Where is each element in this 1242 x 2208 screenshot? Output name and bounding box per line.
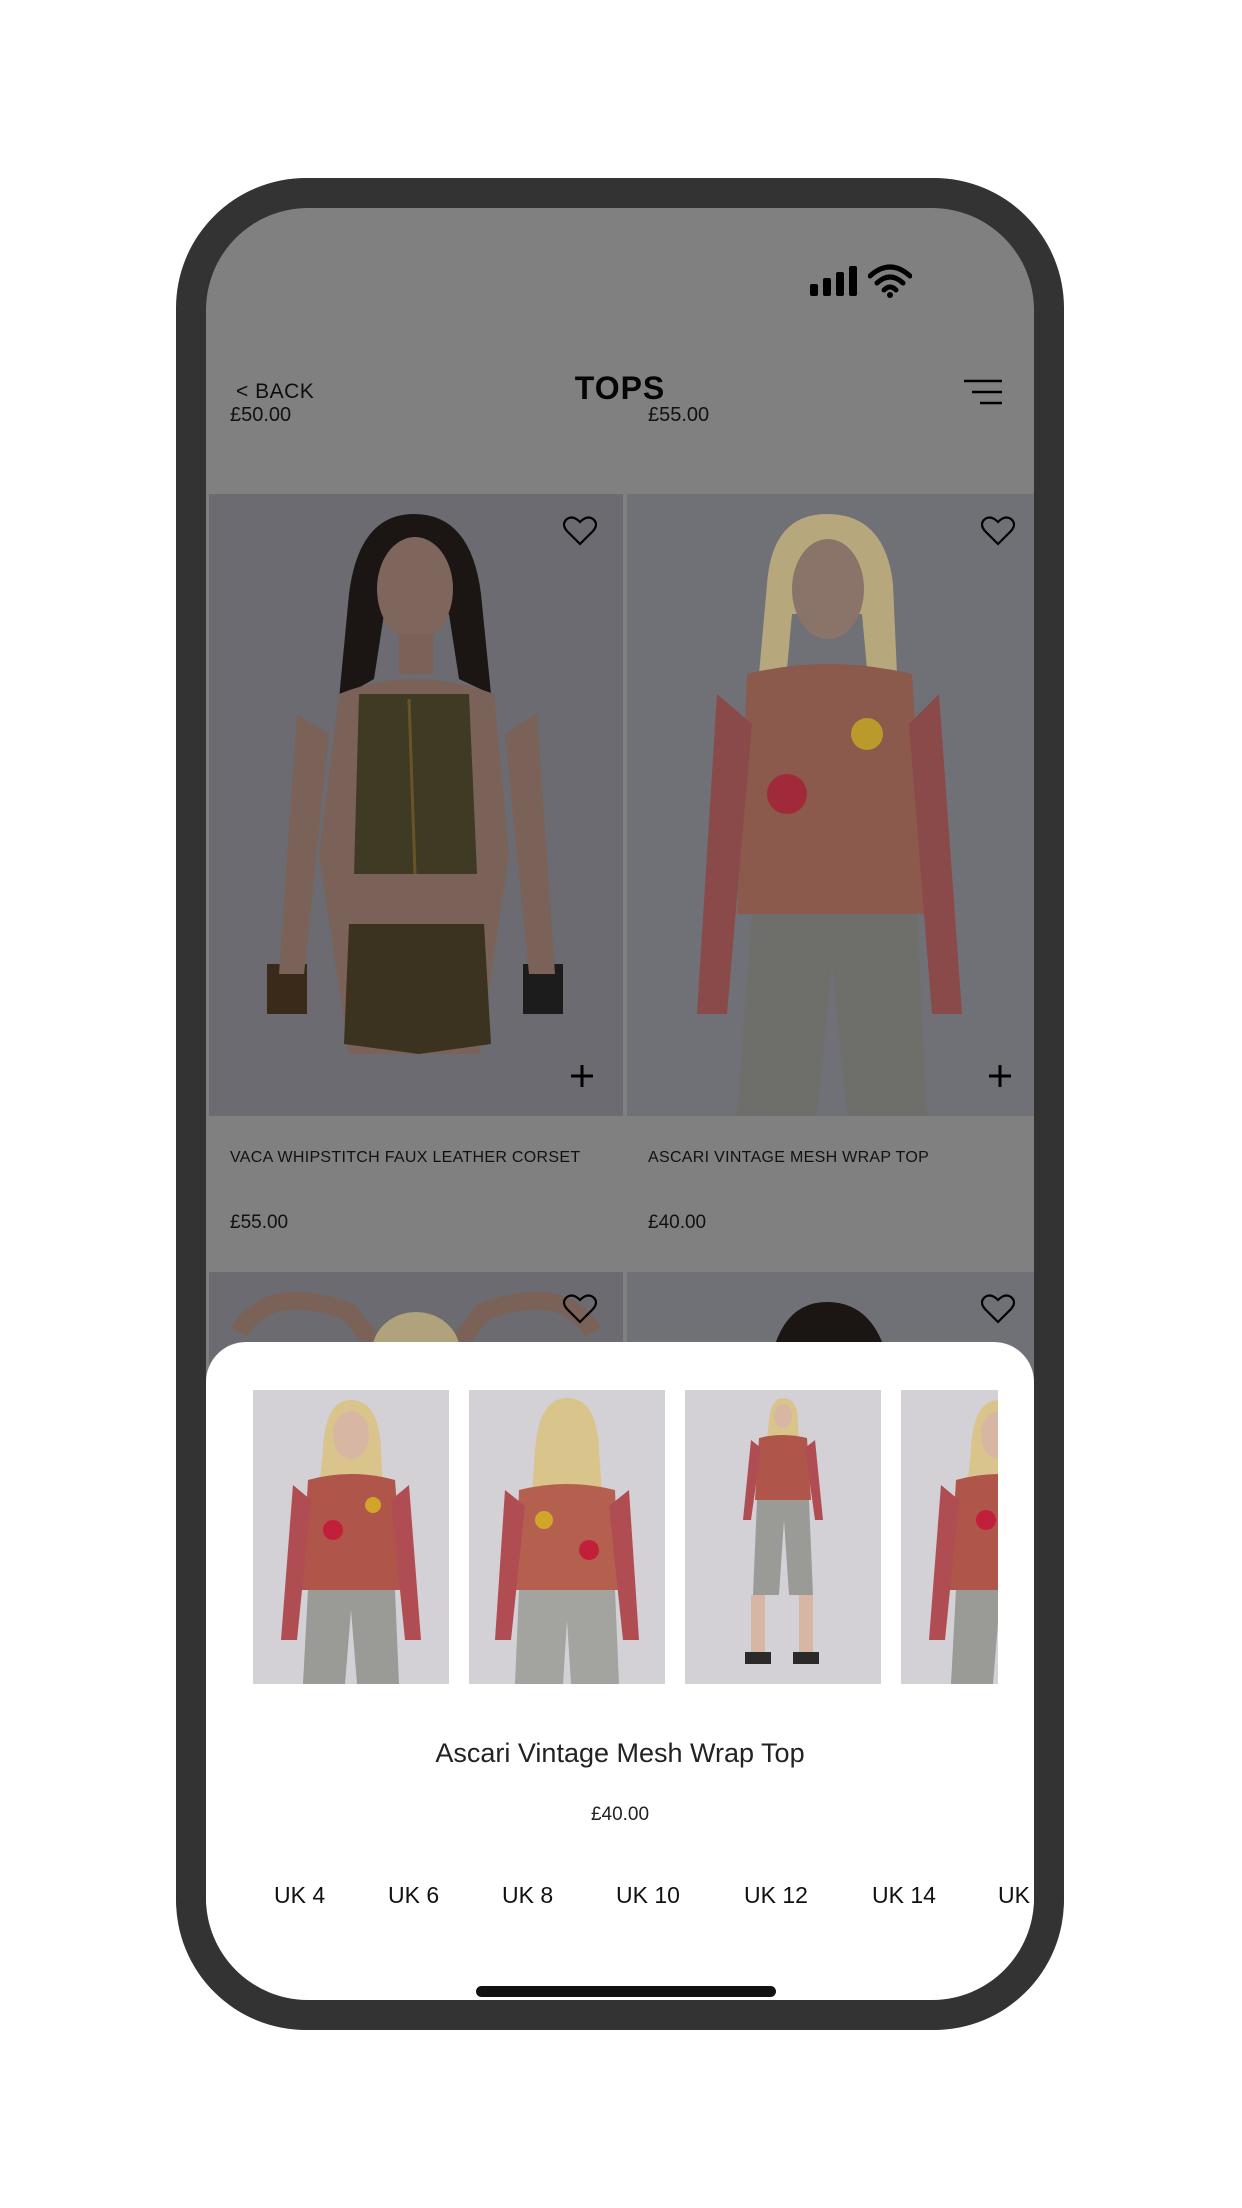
home-indicator [476,1986,776,1997]
product-photo-mesh-top [627,494,1034,1116]
heart-icon[interactable] [563,516,597,546]
screen: < BACK TOPS £50.00 £55.00 VACA WHIPSTITC… [206,208,1034,2000]
image-carousel[interactable] [253,1390,998,1684]
size-option[interactable]: UK 6 [388,1882,439,1909]
size-option[interactable]: UK 12 [744,1882,808,1909]
heart-icon[interactable] [563,1294,597,1324]
product-image[interactable] [627,494,1034,1116]
quick-add-sheet: Ascari Vintage Mesh Wrap Top £40.00 UK 4… [206,1342,1034,2000]
product-photo-back [469,1390,665,1684]
product-photo-full [685,1390,881,1684]
size-option[interactable]: UK 4 [274,1882,325,1909]
heart-icon[interactable] [981,1294,1015,1324]
product-photo-corset [209,494,623,1116]
status-bar [206,208,1034,328]
product-name[interactable]: VACA WHIPSTITCH FAUX LEATHER CORSET [230,1149,580,1167]
product-name[interactable]: ASCARI VINTAGE MESH WRAP TOP [648,1149,929,1167]
size-selector: UK 4 UK 6 UK 8 UK 10 UK 12 UK 14 UK [206,1882,1034,1922]
carousel-image[interactable] [901,1390,998,1684]
add-icon[interactable] [570,1064,594,1088]
sheet-product-price: £40.00 [590,1804,650,1825]
sheet-product-name: Ascari Vintage Mesh Wrap Top [435,1738,805,1768]
size-option[interactable]: UK [998,1882,1030,1909]
filter-menu-icon[interactable] [962,378,1004,408]
add-icon[interactable] [988,1064,1012,1088]
product-price: £55.00 [230,1212,289,1233]
size-option[interactable]: UK 14 [872,1882,936,1909]
carousel-image[interactable] [253,1390,449,1684]
page-title: TOPS [574,370,666,406]
size-option[interactable]: UK 8 [502,1882,553,1909]
size-option[interactable]: UK 10 [616,1882,680,1909]
product-price: £55.00 [648,404,710,426]
heart-icon[interactable] [981,516,1015,546]
signal-icon [810,266,858,296]
product-photo-front [253,1390,449,1684]
wifi-icon [868,264,912,298]
carousel-image[interactable] [469,1390,665,1684]
navigation-bar: < BACK TOPS [206,358,1034,438]
product-price: £40.00 [648,1212,707,1233]
product-price: £50.00 [230,404,292,426]
phone-frame: < BACK TOPS £50.00 £55.00 VACA WHIPSTITC… [176,178,1064,2030]
product-photo-side [901,1390,998,1684]
carousel-image[interactable] [685,1390,881,1684]
product-image[interactable] [209,494,623,1116]
